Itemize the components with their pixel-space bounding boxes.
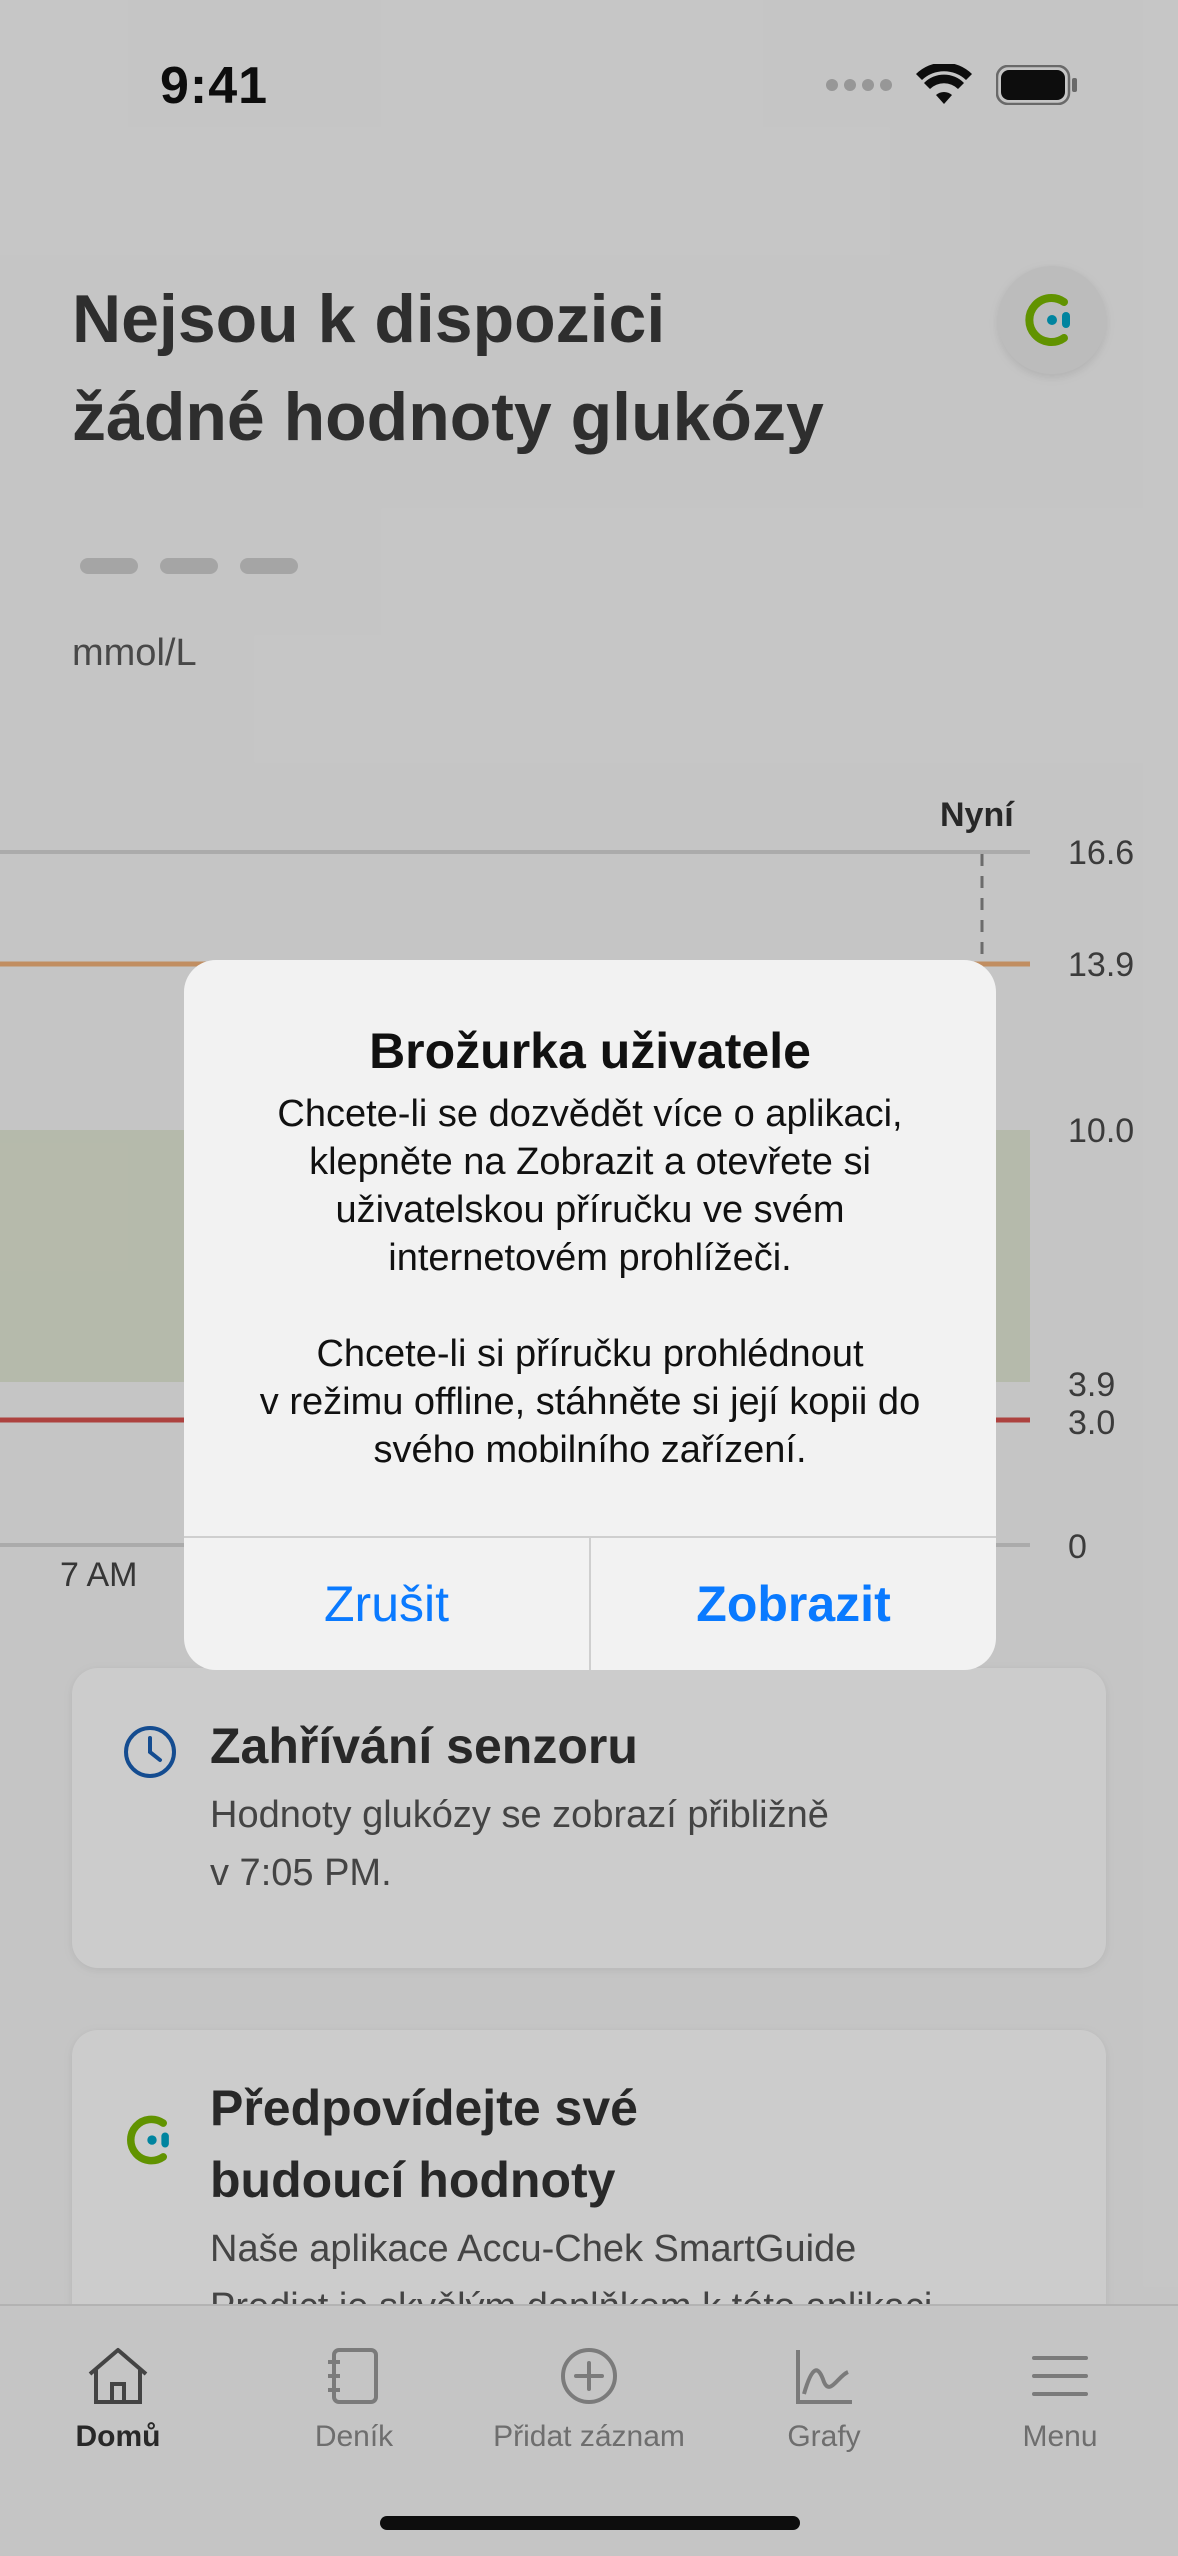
alert-title: Brožurka uživatele (369, 1023, 811, 1079)
cancel-button[interactable]: Zrušit (184, 1538, 589, 1670)
alert-message: Chcete-li se dozvědět více o aplikaci, k… (259, 1093, 921, 1471)
user-guide-alert: Brožurka uživatele Chcete-li se dozvědět… (184, 960, 996, 1670)
view-button[interactable]: Zobrazit (591, 1538, 996, 1670)
